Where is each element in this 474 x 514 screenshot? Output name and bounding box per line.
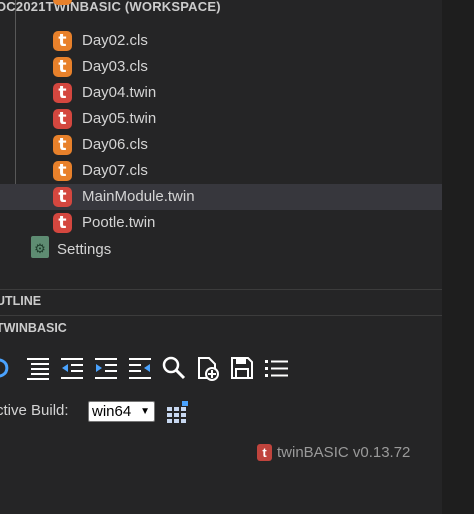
section-divider: [0, 289, 442, 290]
unindent-icon: [129, 358, 151, 379]
cls-file-icon: t: [53, 161, 72, 181]
twin-file-icon: t: [53, 187, 72, 207]
file-label: Day06.cls: [82, 136, 148, 153]
file-item-day06[interactable]: t Day06.cls: [0, 132, 442, 158]
outdent-button[interactable]: [59, 355, 85, 381]
twinbasic-logo-icon: t: [257, 444, 272, 461]
cls-file-icon: [53, 0, 72, 5]
new-file-icon: [198, 357, 219, 381]
version-text: twinBASIC v0.13.72: [277, 444, 411, 461]
align-left-icon: [27, 358, 49, 380]
file-item-day03[interactable]: t Day03.cls: [0, 54, 442, 80]
file-item-day04[interactable]: t Day04.twin: [0, 80, 442, 106]
twin-file-icon: t: [53, 83, 72, 103]
format-button[interactable]: [25, 355, 51, 381]
settings-item[interactable]: Settings: [57, 237, 111, 263]
cls-file-icon: t: [53, 57, 72, 77]
editor-edge: [442, 0, 474, 514]
section-divider: [0, 315, 442, 316]
active-build-value: win64: [92, 403, 132, 420]
build-grid-icon[interactable]: [167, 401, 191, 423]
cls-file-icon: t: [53, 31, 72, 51]
file-item-day02[interactable]: t Day02.cls: [0, 28, 442, 54]
cls-file-icon: t: [53, 135, 72, 155]
explorer-panel: OC2021TWINBASIC (WORKSPACE) t Day02.cls …: [0, 0, 442, 514]
file-item-day07[interactable]: t Day07.cls: [0, 158, 442, 184]
active-build-select[interactable]: win64 ▼: [88, 401, 155, 422]
outline-section-title[interactable]: UTLINE: [0, 294, 41, 308]
search-icon: [162, 356, 186, 380]
file-label: Day04.twin: [82, 84, 157, 101]
outdent-icon: [61, 358, 83, 379]
twin-file-icon: t: [53, 109, 72, 129]
file-label: Day02.cls: [82, 32, 148, 49]
indent-icon: [95, 358, 117, 379]
file-label: Day05.twin: [82, 110, 157, 127]
active-build-label: ctive Build:: [0, 402, 69, 419]
indent-button[interactable]: [93, 355, 119, 381]
file-label: Day03.cls: [82, 58, 148, 75]
file-label: Pootle.twin: [82, 214, 156, 231]
file-label: Day07.cls: [82, 162, 148, 179]
file-item-mainmodule[interactable]: t MainModule.twin: [0, 184, 442, 210]
file-item-day05[interactable]: t Day05.twin: [0, 106, 442, 132]
file-label: MainModule.twin: [82, 188, 195, 205]
save-icon: [231, 357, 253, 379]
list-icon: [265, 360, 288, 377]
list-button[interactable]: [263, 355, 289, 381]
restart-button[interactable]: [0, 355, 18, 381]
unindent-button[interactable]: [127, 355, 153, 381]
search-button[interactable]: [161, 355, 187, 381]
twinbasic-section-title[interactable]: TWINBASIC: [0, 321, 67, 335]
file-item-pootle[interactable]: t Pootle.twin: [0, 210, 442, 236]
restart-icon: [0, 358, 9, 378]
file-item-partial[interactable]: [0, 0, 442, 24]
new-file-button[interactable]: [195, 355, 221, 381]
save-button[interactable]: [229, 355, 255, 381]
twin-file-icon: t: [53, 213, 72, 233]
chevron-down-icon: ▼: [140, 406, 150, 417]
settings-file-icon: ⚙: [31, 236, 49, 258]
